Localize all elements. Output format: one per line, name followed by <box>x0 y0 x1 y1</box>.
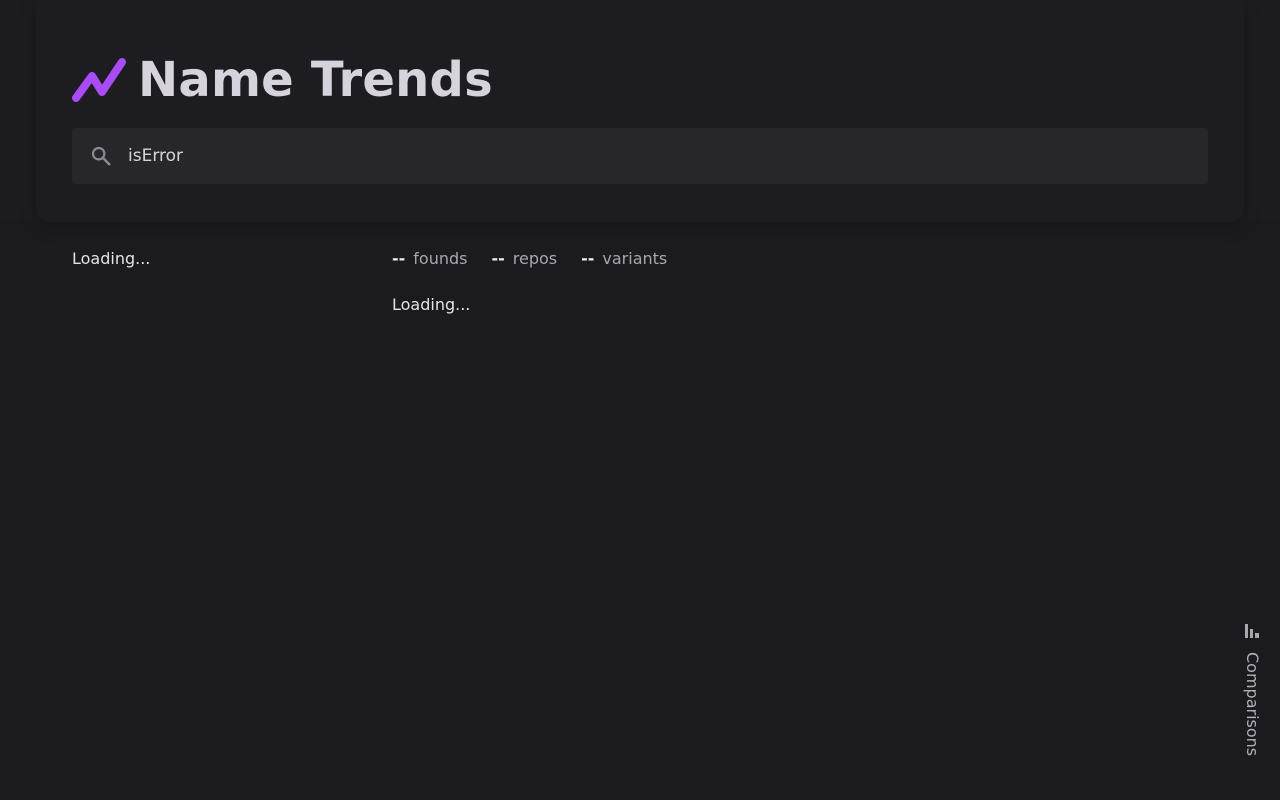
comparison-bars-icon <box>1245 624 1259 638</box>
app-title-row: Name Trends <box>72 52 493 108</box>
comparisons-label: Comparisons <box>1243 652 1262 757</box>
header-panel <box>36 0 1244 222</box>
stat-repos-value: -- <box>491 249 505 268</box>
search-icon <box>91 146 111 166</box>
search-bar[interactable] <box>72 128 1208 184</box>
page-title: Name Trends <box>138 52 493 108</box>
stats-row: -- founds -- repos -- variants <box>392 248 667 270</box>
stat-founds-label: founds <box>413 249 468 268</box>
stat-variants-value: -- <box>581 249 595 268</box>
search-input[interactable] <box>128 128 1208 184</box>
comparisons-tab[interactable]: Comparisons <box>1232 614 1272 760</box>
right-loading-status: Loading... <box>392 295 471 314</box>
trend-line-icon <box>72 58 126 102</box>
stat-variants-label: variants <box>602 249 668 268</box>
stat-repos: -- repos <box>491 248 557 270</box>
stat-founds: -- founds <box>392 248 467 270</box>
stat-founds-value: -- <box>392 249 406 268</box>
stat-variants: -- variants <box>581 248 667 270</box>
left-loading-status: Loading... <box>72 249 151 268</box>
stat-repos-label: repos <box>512 249 558 268</box>
